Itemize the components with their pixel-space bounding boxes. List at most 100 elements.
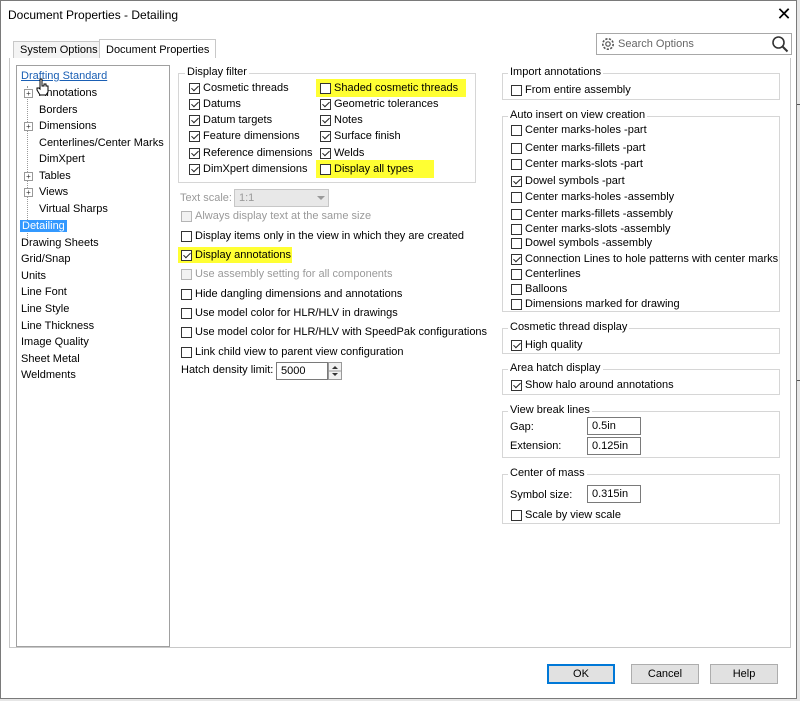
hand-cursor-icon [36,78,49,96]
expand-icon[interactable]: + [24,172,33,181]
checkbox-cm-holes-part[interactable] [511,125,522,136]
checkbox-show-halo[interactable] [511,380,522,391]
text-scale-select[interactable]: 1:1 [234,189,329,207]
text-scale-label: Text scale: [180,192,232,204]
tree-item-virtual-sharps[interactable]: Virtual Sharps [39,201,108,217]
label-display-all-types: Display all types [334,163,414,175]
tree-item-borders[interactable]: Borders [39,102,78,118]
label-cm-slots-part: Center marks-slots -part [525,158,643,170]
checkbox-display-items-only-in-view[interactable] [181,231,192,242]
checkbox-centerlines[interactable] [511,269,522,280]
checkbox-cm-holes-assembly[interactable] [511,192,522,203]
ok-button[interactable]: OK [547,664,615,684]
checkbox-notes[interactable] [320,115,331,126]
gap-input[interactable]: 0.5in [587,417,641,435]
display-filter-title: Display filter [185,66,249,78]
checkbox-always-display-text[interactable] [181,211,192,222]
gap-label: Gap: [510,421,534,433]
tree-item-tables[interactable]: Tables [39,168,71,184]
checkbox-balloons[interactable] [511,284,522,295]
help-button[interactable]: Help [710,664,778,684]
label-hide-dangling: Hide dangling dimensions and annotations [195,288,403,300]
label-model-color-hlr: Use model color for HLR/HLV in drawings [195,307,398,319]
label-display-annotations: Display annotations [195,249,292,261]
checkbox-scale-by-view[interactable] [511,510,522,521]
checkbox-dowel-assembly[interactable] [511,238,522,249]
checkbox-display-annotations[interactable] [181,250,192,261]
checkbox-display-all-types[interactable] [320,164,331,175]
label-link-child-view: Link child view to parent view configura… [195,346,404,358]
label-dimensions-marked: Dimensions marked for drawing [525,298,680,310]
tree-item-image-quality[interactable]: Image Quality [21,334,89,350]
label-dowel-part: Dowel symbols -part [525,175,625,187]
tree-item-grid-snap[interactable]: Grid/Snap [21,251,71,267]
checkbox-cm-slots-assembly[interactable] [511,224,522,235]
checkbox-geometric-tolerances[interactable] [320,99,331,110]
hatch-density-spinner[interactable] [328,362,342,380]
extension-input[interactable]: 0.125in [587,437,641,455]
label-model-color-speedpak: Use model color for HLR/HLV with SpeedPa… [195,326,488,338]
label-cm-slots-assembly: Center marks-slots -assembly [525,223,671,235]
checkbox-link-child-view[interactable] [181,347,192,358]
checkbox-datum-targets[interactable] [189,115,200,126]
label-balloons: Balloons [525,283,568,295]
center-of-mass-title: Center of mass [508,467,587,479]
label-cm-fillets-part: Center marks-fillets -part [525,142,646,154]
checkbox-model-color-hlr[interactable] [181,308,192,319]
checkbox-datums[interactable] [189,99,200,110]
tree-item-line-style[interactable]: Line Style [21,301,69,317]
expand-icon[interactable]: + [24,89,33,98]
checkbox-hide-dangling[interactable] [181,289,192,300]
checkbox-feature-dimensions[interactable] [189,131,200,142]
checkbox-cm-fillets-assembly[interactable] [511,209,522,220]
label-from-entire-assembly: From entire assembly [525,84,631,96]
checkbox-from-entire-assembly[interactable] [511,85,522,96]
tree-item-dimxpert[interactable]: DimXpert [39,151,85,167]
tree-item-dimensions[interactable]: Dimensions [39,118,96,134]
tab-system-options[interactable]: System Options [13,41,105,59]
symbol-size-input[interactable]: 0.315in [587,485,641,503]
checkbox-dimensions-marked[interactable] [511,299,522,310]
tree-item-centerlines[interactable]: Centerlines/Center Marks [39,135,164,151]
label-always-display-text: Always display text at the same size [195,210,372,222]
checkbox-cosmetic-threads[interactable] [189,83,200,94]
checkbox-dowel-part[interactable] [511,176,522,187]
cancel-button[interactable]: Cancel [631,664,699,684]
tree-item-drawing-sheets[interactable]: Drawing Sheets [21,235,99,251]
close-icon[interactable]: ✕ [774,3,794,25]
checkbox-high-quality[interactable] [511,340,522,351]
checkbox-model-color-speedpak[interactable] [181,327,192,338]
checkbox-welds[interactable] [320,148,331,159]
checkbox-reference-dimensions[interactable] [189,148,200,159]
checkbox-cm-fillets-part[interactable] [511,143,522,154]
tree-item-sheet-metal[interactable]: Sheet Metal [21,351,80,367]
label-reference-dimensions: Reference dimensions [203,147,313,159]
checkbox-cm-slots-part[interactable] [511,159,522,170]
checkbox-dimxpert-dimensions[interactable] [189,164,200,175]
label-display-items-only-in-view: Display items only in the view in which … [195,230,465,242]
tree-item-line-thickness[interactable]: Line Thickness [21,318,94,334]
label-geometric-tolerances: Geometric tolerances [334,98,439,110]
expand-icon[interactable]: + [24,122,33,131]
label-shaded-cosmetic-threads: Shaded cosmetic threads [334,82,459,94]
checkbox-connection-lines[interactable] [511,254,522,265]
label-connection-lines: Connection Lines to hole patterns with c… [525,253,779,265]
tree-item-units[interactable]: Units [21,268,46,284]
label-scale-by-view: Scale by view scale [525,509,621,521]
tree-item-detailing-label: Detailing [20,220,67,232]
tree-item-detailing[interactable]: Detailing [20,218,67,234]
extension-label: Extension: [510,440,562,452]
tree-item-line-font[interactable]: Line Font [21,284,67,300]
expand-icon[interactable]: + [24,188,33,197]
hatch-density-input[interactable]: 5000 [276,362,328,380]
tree-item-views[interactable]: Views [39,184,68,200]
checkbox-surface-finish[interactable] [320,131,331,142]
label-datums: Datums [203,98,241,110]
tree-item-drafting-standard[interactable]: Drafting Standard [21,68,107,84]
checkbox-use-assembly-setting[interactable] [181,269,192,280]
cosmetic-thread-title: Cosmetic thread display [508,321,630,333]
search-icon[interactable] [771,35,789,53]
checkbox-shaded-cosmetic-threads[interactable] [320,83,331,94]
tree-item-weldments[interactable]: Weldments [21,367,76,383]
search-options-box[interactable]: Search Options [596,33,792,55]
